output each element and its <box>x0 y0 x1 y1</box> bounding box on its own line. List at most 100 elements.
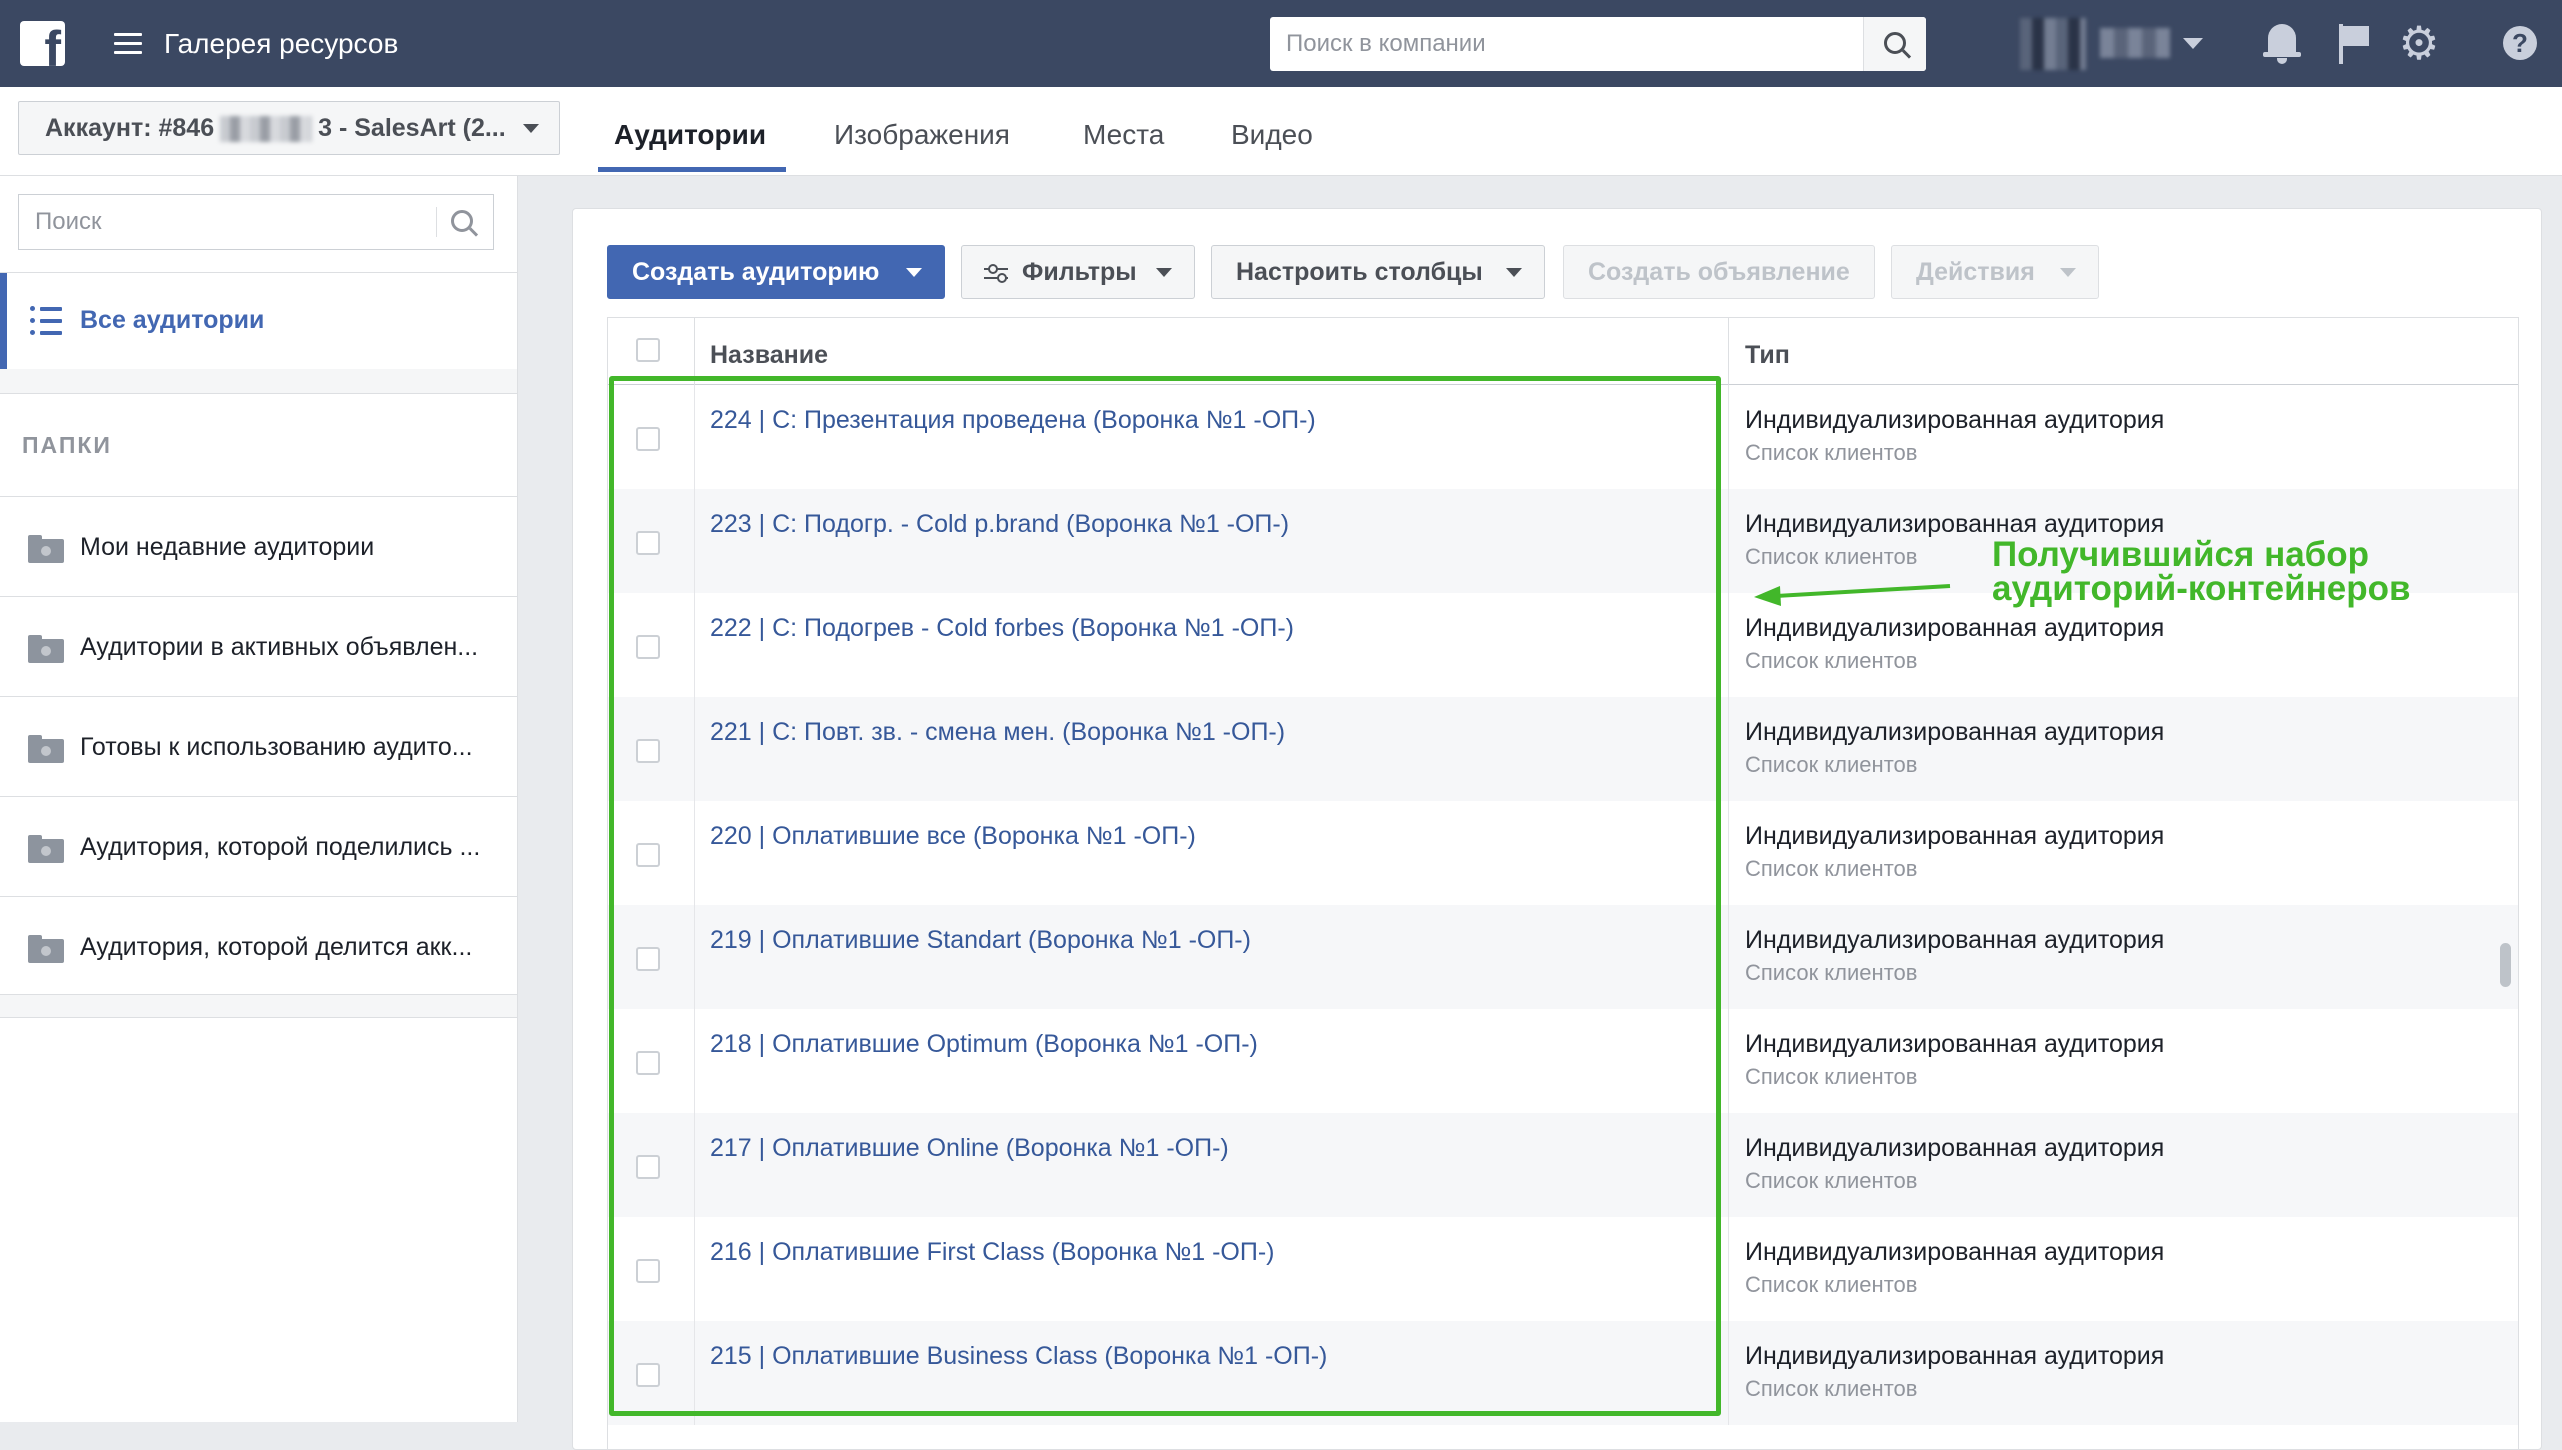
sidebar-search-input[interactable] <box>19 195 439 249</box>
company-search-input[interactable] <box>1270 17 1870 71</box>
row-checkbox[interactable] <box>636 531 660 555</box>
customize-columns-label: Настроить столбцы <box>1236 258 1483 286</box>
sidebar-folder-recent[interactable]: Мои недавние аудитории <box>0 496 517 596</box>
row-checkbox[interactable] <box>636 635 660 659</box>
table-row: 221 | C: Повт. зв. - смена мен. (Воронка… <box>608 697 2518 801</box>
flag-icon[interactable] <box>2335 22 2375 66</box>
audience-type: Индивидуализированная аудитория <box>1745 822 2165 850</box>
audience-name-link[interactable]: 222 | C: Подогрев - Cold forbes (Воронка… <box>710 611 1294 645</box>
create-ad-button[interactable]: Создать объявление <box>1563 245 1875 299</box>
divider <box>0 994 517 1018</box>
create-audience-label: Создать аудиторию <box>632 258 880 286</box>
column-divider <box>694 318 695 386</box>
column-header-name[interactable]: Название <box>710 338 828 372</box>
audiences-table: Название Тип 224 | C: Презентация провед… <box>607 317 2519 1449</box>
account-selector-prefix: Аккаунт: #846 <box>45 114 215 142</box>
sidebar-folder-label: Готовы к использованию аудито... <box>80 733 473 761</box>
audience-name-link[interactable]: 220 | Оплатившие все (Воронка №1 -ОП-) <box>710 819 1196 853</box>
audience-type: Индивидуализированная аудитория <box>1745 1030 2165 1058</box>
gear-icon[interactable]: ⚙ <box>2398 20 2440 66</box>
audience-subtype: Список клиентов <box>1745 1376 1918 1401</box>
filters-label: Фильтры <box>1022 258 1137 286</box>
notifications-bell-icon[interactable] <box>2262 22 2302 66</box>
table-row: 222 | C: Подогрев - Cold forbes (Воронка… <box>608 593 2518 697</box>
row-checkbox[interactable] <box>636 1155 660 1179</box>
tab-video[interactable]: Видео <box>1231 117 1313 153</box>
account-id-blurred <box>220 116 313 143</box>
account-selector[interactable]: Аккаунт: #846 3 - SalesArt (2... <box>18 101 560 155</box>
actions-label: Действия <box>1916 258 2035 286</box>
audience-name-link[interactable]: 218 | Оплатившие Optimum (Воронка №1 -ОП… <box>710 1027 1258 1061</box>
filter-sliders-icon <box>984 264 1008 283</box>
audience-subtype: Список клиентов <box>1745 960 1918 985</box>
create-ad-label: Создать объявление <box>1588 258 1850 286</box>
customize-columns-button[interactable]: Настроить столбцы <box>1211 245 1545 299</box>
audience-subtype: Список клиентов <box>1745 1064 1918 1089</box>
audience-name-link[interactable]: 224 | C: Презентация проведена (Воронка … <box>710 403 1316 437</box>
audiences-panel: Создать аудиторию Фильтры Настроить стол… <box>572 208 2542 1450</box>
top-bar: f Галерея ресурсов ⚙ ? <box>0 0 2562 87</box>
help-icon[interactable]: ? <box>2503 26 2537 60</box>
audience-subtype: Список клиентов <box>1745 440 1918 465</box>
row-checkbox[interactable] <box>636 947 660 971</box>
user-name-blurred[interactable] <box>2100 28 2170 58</box>
sidebar-folder-shared-with[interactable]: Аудитория, которой поделились ... <box>0 796 517 896</box>
column-header-type[interactable]: Тип <box>1745 338 1790 372</box>
filters-button[interactable]: Фильтры <box>961 245 1195 299</box>
folder-icon <box>28 635 64 663</box>
row-checkbox[interactable] <box>636 1051 660 1075</box>
audience-name-link[interactable]: 219 | Оплатившие Standart (Воронка №1 -О… <box>710 923 1251 957</box>
table-row: 216 | Оплатившие First Class (Воронка №1… <box>608 1217 2518 1321</box>
tab-images[interactable]: Изображения <box>834 117 1010 153</box>
table-row: 218 | Оплатившие Optimum (Воронка №1 -ОП… <box>608 1009 2518 1113</box>
audience-name-link[interactable]: 215 | Оплатившие Business Class (Воронка… <box>710 1339 1327 1373</box>
audience-name-link[interactable]: 223 | C: Подогр. - Cold p.brand (Воронка… <box>710 507 1289 541</box>
avatar[interactable] <box>2020 18 2086 70</box>
select-all-checkbox[interactable] <box>636 338 660 362</box>
account-menu-chevron-down-icon[interactable] <box>2183 38 2203 49</box>
audience-name-link[interactable]: 221 | C: Повт. зв. - смена мен. (Воронка… <box>710 715 1285 749</box>
facebook-logo-icon[interactable]: f <box>20 21 65 66</box>
sidebar-folder-active-ads[interactable]: Аудитории в активных объявлен... <box>0 596 517 696</box>
table-header: Название Тип <box>608 317 2518 386</box>
folder-icon <box>28 935 64 963</box>
sidebar: Все аудитории ПАПКИ Мои недавние аудитор… <box>0 176 518 1422</box>
audience-subtype: Список клиентов <box>1745 856 1918 881</box>
search-icon[interactable] <box>451 210 473 232</box>
sidebar-folder-ready[interactable]: Готовы к использованию аудито... <box>0 696 517 796</box>
account-selector-suffix: 3 - SalesArt (2... <box>318 114 506 142</box>
table-row: 217 | Оплатившие Online (Воронка №1 -ОП-… <box>608 1113 2518 1217</box>
actions-button[interactable]: Действия <box>1891 245 2099 299</box>
row-checkbox[interactable] <box>636 1259 660 1283</box>
sidebar-folder-label: Аудитория, которой поделились ... <box>80 833 481 861</box>
scrollbar-thumb[interactable] <box>2500 943 2511 987</box>
create-audience-button[interactable]: Создать аудиторию <box>607 245 945 299</box>
table-row: 224 | C: Презентация проведена (Воронка … <box>608 385 2518 489</box>
row-checkbox[interactable] <box>636 427 660 451</box>
audience-type: Индивидуализированная аудитория <box>1745 926 2165 954</box>
row-checkbox[interactable] <box>636 1363 660 1387</box>
search-button[interactable] <box>1863 17 1926 71</box>
audience-subtype: Список клиентов <box>1745 752 1918 777</box>
app-title: Галерея ресурсов <box>164 28 399 59</box>
active-tab-indicator <box>598 167 786 172</box>
hamburger-menu-icon[interactable] <box>114 33 142 55</box>
audience-type: Индивидуализированная аудитория <box>1745 718 2165 746</box>
sidebar-folder-shared-by[interactable]: Аудитория, которой делится акк... <box>0 896 517 996</box>
annotation-arrow-icon <box>1754 584 1951 606</box>
row-checkbox[interactable] <box>636 739 660 763</box>
tab-audiences[interactable]: Аудитории <box>614 117 766 153</box>
audience-name-link[interactable]: 217 | Оплатившие Online (Воронка №1 -ОП-… <box>710 1131 1229 1165</box>
selected-indicator <box>0 273 7 369</box>
table-row: 219 | Оплатившие Standart (Воронка №1 -О… <box>608 905 2518 1009</box>
tab-places[interactable]: Места <box>1083 117 1164 153</box>
sidebar-item-all-audiences[interactable]: Все аудитории <box>0 272 517 370</box>
annotation-text: Получившийся набор аудиторий-контейнеров <box>1992 537 2411 606</box>
audience-subtype: Список клиентов <box>1745 648 1918 673</box>
audience-name-link[interactable]: 216 | Оплатившие First Class (Воронка №1… <box>710 1235 1275 1269</box>
audience-subtype: Список клиентов <box>1745 544 1918 569</box>
audience-type: Индивидуализированная аудитория <box>1745 1134 2165 1162</box>
row-checkbox[interactable] <box>636 843 660 867</box>
search-divider <box>436 207 437 237</box>
sidebar-search <box>18 194 494 250</box>
